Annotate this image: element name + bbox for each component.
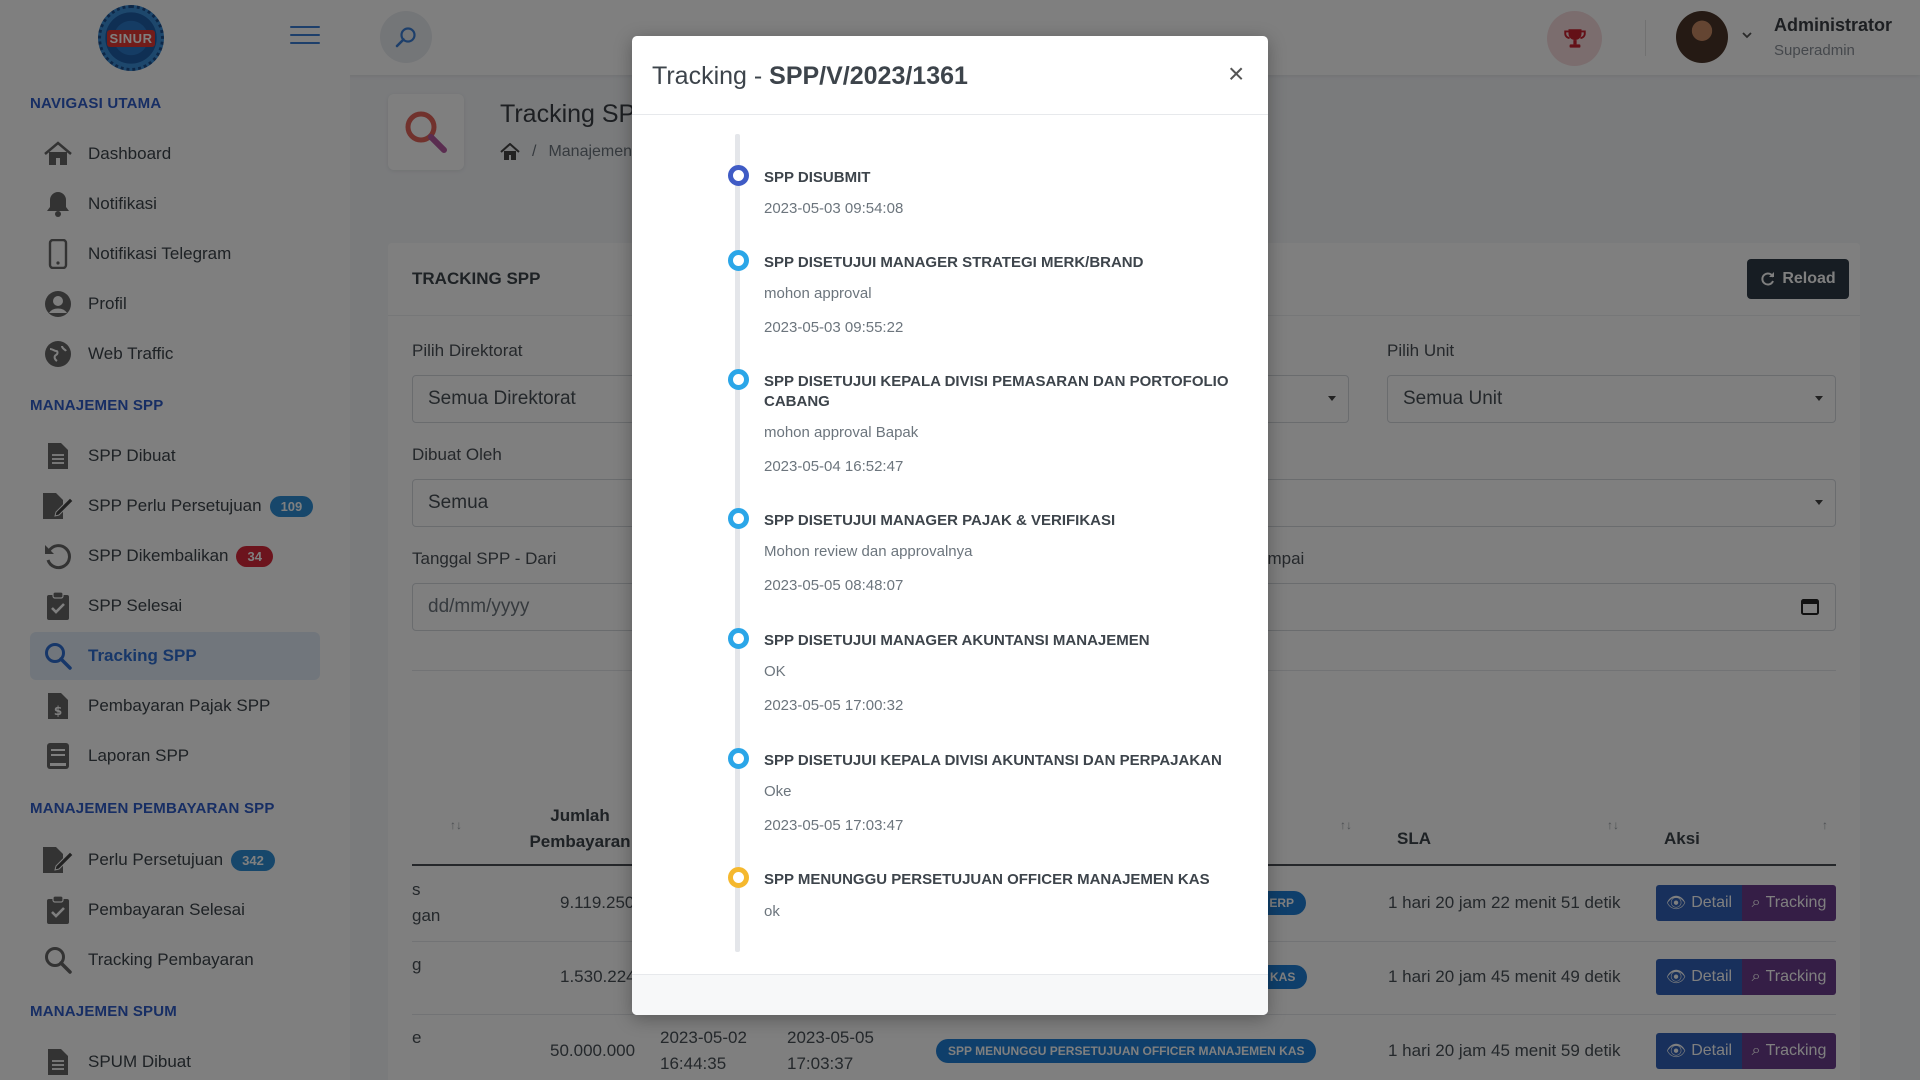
timeline-time: 2023-05-03 09:55:22	[764, 319, 904, 336]
timeline-title: SPP DISETUJUI KEPALA DIVISI PEMASARAN DA…	[764, 373, 1229, 410]
timeline-title: SPP DISUBMIT	[764, 169, 871, 186]
modal-title-prefix: Tracking -	[652, 62, 770, 90]
timeline-title: SPP DISETUJUI MANAGER AKUNTANSI MANAJEME…	[764, 632, 1150, 649]
timeline-title: SPP MENUNGGU PERSETUJUAN OFFICER MANAJEM…	[764, 871, 1210, 888]
timeline-dot	[728, 628, 749, 649]
timeline-dot	[728, 748, 749, 769]
modal-title: Tracking - SPP/V/2023/1361	[652, 62, 968, 91]
timeline-time: 2023-05-04 16:52:47	[764, 458, 904, 475]
timeline-time: 2023-05-05 08:48:07	[764, 577, 904, 594]
timeline-time: 2023-05-05 17:00:32	[764, 697, 904, 714]
timeline-title: SPP DISETUJUI MANAGER PAJAK & VERIFIKASI	[764, 512, 1116, 529]
timeline-note: OK	[764, 663, 786, 680]
timeline-note: mohon approval	[764, 285, 872, 302]
timeline-dot	[728, 165, 749, 186]
timeline-note: Mohon review dan approvalnya	[764, 543, 973, 560]
timeline-note: mohon approval Bapak	[764, 424, 919, 441]
timeline-time: 2023-05-03 09:54:08	[764, 200, 904, 217]
timeline-title: SPP DISETUJUI KEPALA DIVISI AKUNTANSI DA…	[764, 752, 1222, 769]
close-button[interactable]: ×	[1228, 58, 1244, 90]
modal-header: Tracking - SPP/V/2023/1361 ×	[632, 36, 1268, 115]
timeline-dot	[728, 508, 749, 529]
modal-title-code: SPP/V/2023/1361	[769, 62, 968, 90]
timeline-note: ok	[764, 903, 780, 920]
timeline-note: Oke	[764, 783, 792, 800]
timeline-dot	[728, 369, 749, 390]
timeline-dot	[728, 250, 749, 271]
close-icon: ×	[1228, 58, 1245, 89]
tracking-modal: Tracking - SPP/V/2023/1361 × SPP DISUBMI…	[632, 36, 1268, 1015]
timeline-time: 2023-05-05 17:03:47	[764, 817, 904, 834]
timeline-title: SPP DISETUJUI MANAGER STRATEGI MERK/BRAN…	[764, 254, 1144, 271]
modal-footer	[632, 974, 1268, 1015]
timeline-dot	[728, 867, 749, 888]
